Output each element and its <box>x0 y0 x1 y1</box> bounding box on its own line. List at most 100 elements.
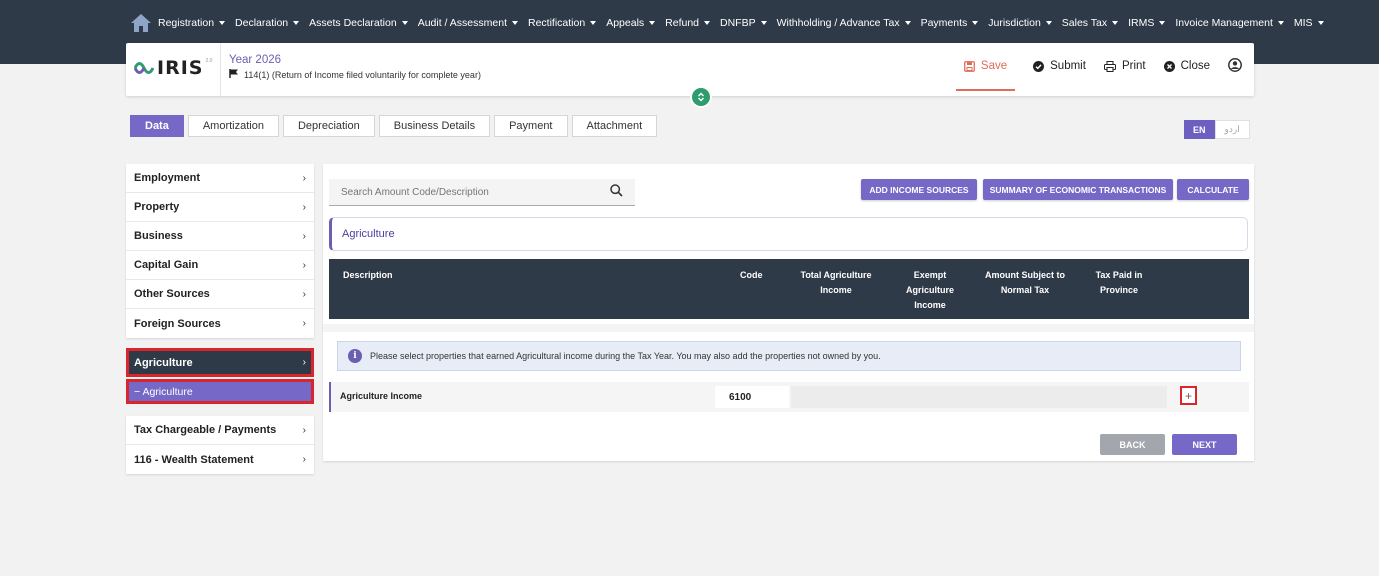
return-description-text: 114(1) (Return of Income filed voluntari… <box>244 69 481 80</box>
table-row: Agriculture Income 6100 + <box>329 382 1249 412</box>
exempt-agriculture-income-field[interactable] <box>887 386 981 408</box>
print-button[interactable]: Print <box>1103 60 1146 72</box>
col-label: Exempt <box>913 270 947 280</box>
col-tax-paid-province: Tax Paid in Province <box>1079 268 1159 298</box>
lang-en-button[interactable]: EN <box>1184 120 1215 139</box>
user-icon[interactable] <box>1228 57 1242 75</box>
print-icon <box>1103 60 1116 72</box>
nav-rectification[interactable]: Rectification <box>528 17 597 29</box>
next-button[interactable]: NEXT <box>1172 434 1237 455</box>
search-input[interactable] <box>341 186 581 198</box>
nav-jurisdiction[interactable]: Jurisdiction <box>988 17 1052 29</box>
search-icon[interactable] <box>610 184 623 200</box>
nav-irms[interactable]: IRMS <box>1128 17 1166 29</box>
tab-attachment[interactable]: Attachment <box>571 115 658 137</box>
nav-sales-tax[interactable]: Sales Tax <box>1062 17 1119 29</box>
sidebar-item-foreign-sources[interactable]: Foreign Sources › <box>126 309 314 338</box>
nav-payments[interactable]: Payments <box>921 17 979 29</box>
sidebar-item-label: Employment <box>134 172 201 184</box>
row-code: 6100 <box>715 386 789 408</box>
nav-dnfbp[interactable]: DNFBP <box>720 17 767 29</box>
summary-economic-transactions-button[interactable]: SUMMARY OF ECONOMIC TRANSACTIONS <box>983 179 1173 200</box>
caret-down-icon <box>1317 21 1324 25</box>
caret-down-icon <box>972 21 979 25</box>
caret-down-icon <box>219 21 226 25</box>
amount-subject-normal-tax-field[interactable] <box>981 386 1075 408</box>
sidebar-item-wealth-statement[interactable]: 116 - Wealth Statement › <box>126 445 314 474</box>
nav-audit-assessment[interactable]: Audit / Assessment <box>418 17 518 29</box>
language-switch: EN اردو <box>1184 120 1250 139</box>
caret-down-icon <box>1045 21 1052 25</box>
tab-depreciation[interactable]: Depreciation <box>282 115 375 137</box>
caret-down-icon <box>590 21 597 25</box>
caret-down-icon <box>1159 21 1166 25</box>
sidebar-item-other-sources[interactable]: Other Sources › <box>126 280 314 309</box>
return-description: 114(1) (Return of Income filed voluntari… <box>229 69 481 80</box>
info-text: Please select properties that earned Agr… <box>370 351 881 361</box>
sidebar-item-capital-gain[interactable]: Capital Gain › <box>126 251 314 280</box>
nav-label: Withholding / Advance Tax <box>776 17 900 29</box>
add-row-button[interactable]: + <box>1180 386 1197 405</box>
sidebar-group-tax: Tax Chargeable / Payments › 116 - Wealth … <box>126 416 314 474</box>
col-label: Total Agriculture <box>800 270 872 280</box>
nav-withholding[interactable]: Withholding / Advance Tax <box>777 17 911 29</box>
home-icon[interactable] <box>130 13 152 33</box>
save-button[interactable]: Save <box>955 43 1016 91</box>
logo-mark-icon <box>134 62 154 74</box>
nav-assets-declaration[interactable]: Assets Declaration <box>309 17 408 29</box>
nav-label: Declaration <box>235 17 289 29</box>
tab-data[interactable]: Data <box>130 115 184 137</box>
info-alert: i Please select properties that earned A… <box>337 341 1241 371</box>
nav-label: Audit / Assessment <box>417 17 507 29</box>
nav-appeals[interactable]: Appeals <box>606 17 656 29</box>
chevron-right-icon: › <box>302 424 306 436</box>
col-label: Income <box>820 285 852 295</box>
total-agriculture-income-field[interactable] <box>791 386 887 408</box>
submit-button[interactable]: Submit <box>1033 60 1086 72</box>
sidebar-item-label: Agriculture <box>134 356 193 369</box>
collapse-toggle-button[interactable] <box>690 86 712 108</box>
nav-declaration[interactable]: Declaration <box>235 17 300 29</box>
tab-payment[interactable]: Payment <box>494 115 568 137</box>
back-button[interactable]: BACK <box>1100 434 1165 455</box>
chevron-right-icon: › <box>302 357 306 368</box>
row-description: Agriculture Income <box>340 391 423 401</box>
tab-amortization[interactable]: Amortization <box>187 115 279 137</box>
iris-logo: IRIS 2.0 <box>134 55 214 81</box>
nav-registration[interactable]: Registration <box>158 17 226 29</box>
col-exempt-agriculture-income: Exempt Agriculture Income <box>895 268 965 313</box>
sidebar-item-agriculture[interactable]: Agriculture › <box>126 348 314 377</box>
sidebar-item-label: Other Sources <box>134 288 210 300</box>
chevron-right-icon: › <box>302 318 306 329</box>
lang-ur-button[interactable]: اردو <box>1214 120 1250 139</box>
search-box <box>329 179 635 206</box>
tax-paid-province-field[interactable] <box>1075 386 1167 408</box>
sidebar-item-property[interactable]: Property › <box>126 193 314 222</box>
add-income-sources-button[interactable]: ADD INCOME SOURCES <box>861 179 977 200</box>
col-description: Description <box>343 270 393 280</box>
nav-mis[interactable]: MIS <box>1294 17 1324 29</box>
nav-label: Rectification <box>528 17 586 29</box>
nav-label: Assets Declaration <box>309 17 397 29</box>
calculate-button[interactable]: CALCULATE <box>1177 179 1249 200</box>
sidebar-group-income: Employment › Property › Business › Capital … <box>126 164 314 338</box>
tab-business-details[interactable]: Business Details <box>378 115 491 137</box>
sidebar-subitem-agriculture[interactable]: − Agriculture <box>126 379 314 404</box>
caret-down-icon <box>704 21 711 25</box>
form-tabs: Data Amortization Depreciation Business … <box>130 115 661 137</box>
sidebar-item-business[interactable]: Business › <box>126 222 314 251</box>
sidebar-item-tax-chargeable[interactable]: Tax Chargeable / Payments › <box>126 416 314 445</box>
caret-down-icon <box>293 21 300 25</box>
chevron-right-icon: › <box>302 259 306 271</box>
header-actions: Save Submit Print Close <box>955 43 1242 91</box>
table-subbar <box>323 324 1254 332</box>
nav-label: Payments <box>920 17 968 29</box>
nav-refund[interactable]: Refund <box>665 17 711 29</box>
nav-invoice-management[interactable]: Invoice Management <box>1175 17 1284 29</box>
chevron-right-icon: › <box>302 230 306 242</box>
chevron-right-icon: › <box>302 172 306 184</box>
main-panel: ADD INCOME SOURCES SUMMARY OF ECONOMIC T… <box>323 164 1254 461</box>
sidebar-item-employment[interactable]: Employment › <box>126 164 314 193</box>
close-button[interactable]: Close <box>1163 60 1210 72</box>
sidebar-item-label: Tax Chargeable / Payments <box>134 424 277 436</box>
